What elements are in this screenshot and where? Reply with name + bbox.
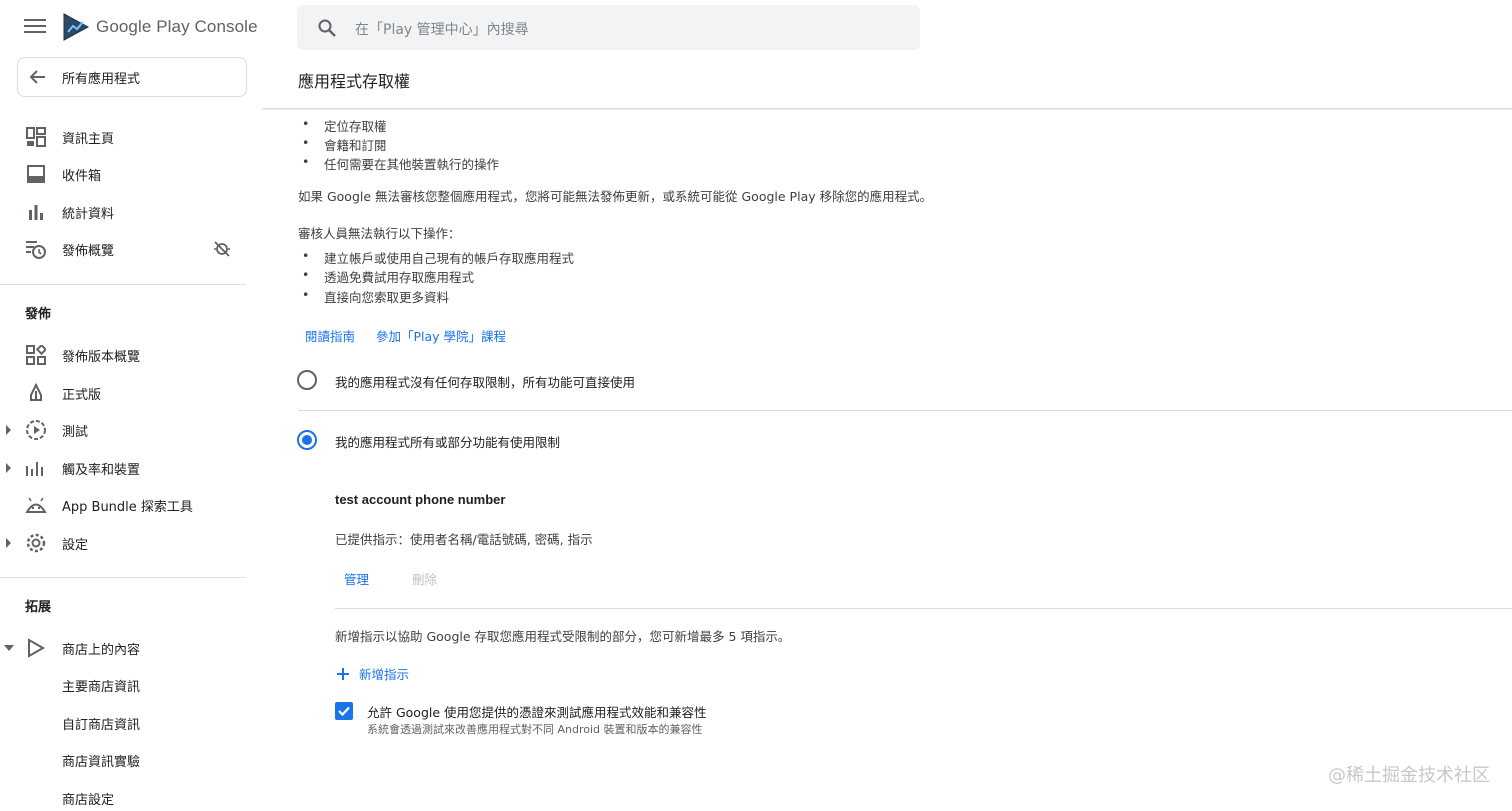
delete-button[interactable]: 刪除 — [412, 569, 437, 588]
sidebar-item-label: 設定 — [62, 537, 89, 553]
sidebar-divider — [0, 577, 246, 578]
expand-chevron-icon[interactable] — [6, 463, 11, 473]
sidebar-item-label: 自訂商店資訊 — [62, 717, 141, 733]
production-icon — [25, 382, 47, 404]
logo-brand-text: Google Play — [96, 17, 190, 36]
dashboard-icon — [25, 126, 47, 148]
all-apps-back-button[interactable]: 所有應用程式 — [17, 57, 247, 97]
sidebar-item-dashboard[interactable]: 資訊主頁 — [0, 119, 262, 155]
sidebar-item-label: 測試 — [62, 424, 89, 440]
main-content: 定位存取權 會籍和訂閱 任何需要在其他裝置執行的操作 如果 Google 無法審… — [262, 110, 1512, 811]
search-placeholder: 在「Play 管理中心」內搜尋 — [355, 22, 529, 38]
list-item: 任何需要在其他裝置執行的操作 — [302, 154, 499, 173]
search-icon — [318, 19, 336, 37]
play-console-logo-icon — [63, 13, 90, 41]
reach-devices-icon — [25, 457, 47, 479]
testing-icon — [25, 419, 47, 441]
no-restriction-radio[interactable] — [297, 370, 317, 390]
arrow-back-icon — [29, 70, 45, 84]
sidebar-subitem-listing-experiments[interactable]: 商店資訊實驗 — [0, 742, 262, 778]
allow-credentials-subtext: 系統會透過測試來改善應用程式對不同 Android 裝置和版本的兼容性 — [367, 723, 703, 736]
app-root: Google Play Console 所有應用程式 資訊主頁 收件箱 統計資料… — [0, 0, 1512, 811]
sidebar-item-label: 發佈概覽 — [62, 243, 115, 259]
no-restriction-label[interactable]: 我的應用程式沒有任何存取限制，所有功能可直接使用 — [335, 372, 635, 391]
inbox-icon — [25, 163, 47, 185]
instruction-divider — [335, 608, 1512, 609]
gear-icon — [25, 532, 47, 554]
sidebar-subitem-custom-listing[interactable]: 自訂商店資訊 — [0, 705, 262, 741]
instruction-provided-text: 已提供指示：使用者名稱/電話號碼, 密碼, 指示 — [335, 532, 593, 547]
sidebar-item-label: 商店設定 — [62, 792, 115, 808]
removal-warning-text: 如果 Google 無法審核您整個應用程式，您將可能無法發佈更新，或系統可能從 … — [298, 189, 933, 204]
play-academy-link[interactable]: 參加「Play 學院」課程 — [376, 326, 506, 345]
logo-text: Google Play Console — [96, 17, 258, 37]
sidebar-item-statistics[interactable]: 統計資料 — [0, 194, 262, 230]
allow-credentials-label[interactable]: 允許 Google 使用您提供的憑證來測試應用程式效能和兼容性 — [367, 702, 707, 721]
list-item: 透過免費試用存取應用程式 — [302, 267, 474, 286]
allow-credentials-checkbox[interactable] — [335, 702, 353, 720]
all-apps-label: 所有應用程式 — [62, 71, 141, 87]
sidebar-item-app-bundle-explorer[interactable]: App Bundle 探索工具 — [0, 487, 262, 523]
page-title: 應用程式存取權 — [298, 72, 411, 91]
plus-icon — [337, 667, 349, 680]
list-item: 會籍和訂閱 — [302, 135, 386, 154]
manage-button[interactable]: 管理 — [344, 569, 369, 588]
sidebar-item-label: 統計資料 — [62, 206, 115, 222]
sidebar-item-label: 正式版 — [62, 387, 102, 403]
sidebar-item-release-overview[interactable]: 發佈版本概覽 — [0, 337, 262, 373]
sidebar-item-testing[interactable]: 測試 — [0, 412, 262, 448]
expand-chevron-icon[interactable] — [6, 425, 11, 435]
sidebar-item-label: 觸及率和裝置 — [62, 462, 141, 478]
sidebar-item-reach-devices[interactable]: 觸及率和裝置 — [0, 450, 262, 486]
play-icon — [25, 637, 47, 659]
sidebar-item-inbox[interactable]: 收件箱 — [0, 156, 262, 192]
brand-bar: Google Play Console — [0, 0, 262, 54]
managed-publishing-off-icon[interactable] — [213, 240, 231, 258]
section-title-release: 發佈 — [25, 307, 52, 322]
collapse-chevron-icon[interactable] — [4, 645, 14, 651]
sidebar-subitem-main-listing[interactable]: 主要商店資訊 — [0, 667, 262, 703]
add-instruction-note: 新增指示以協助 Google 存取您應用程式受限制的部分，您可新增最多 5 項指… — [335, 629, 791, 644]
expand-chevron-icon[interactable] — [6, 538, 11, 548]
logo-console-text: Console — [194, 17, 258, 36]
section-title-grow: 拓展 — [25, 600, 52, 615]
sidebar-divider — [0, 284, 246, 285]
release-overview-icon — [25, 344, 47, 366]
sidebar-subitem-store-settings[interactable]: 商店設定 — [0, 780, 262, 811]
list-item: 定位存取權 — [302, 116, 386, 135]
sidebar-item-label: App Bundle 探索工具 — [62, 499, 193, 515]
watermark-text: @稀土掘金技术社区 — [1328, 765, 1490, 786]
sidebar-item-label: 商店上的內容 — [62, 642, 141, 658]
sidebar-item-label: 收件箱 — [62, 168, 102, 184]
option-divider — [298, 410, 1512, 411]
reviewer-heading: 審核人員無法執行以下操作： — [298, 226, 461, 241]
sidebar-item-label: 商店資訊實驗 — [62, 754, 141, 770]
add-instruction-label: 新增指示 — [359, 667, 410, 682]
list-item: 直接向您索取更多資料 — [302, 287, 449, 306]
hamburger-menu-icon[interactable] — [22, 15, 48, 39]
play-console-logo[interactable]: Google Play Console — [62, 12, 258, 42]
instruction-name: test account phone number — [335, 492, 506, 507]
sidebar-item-production[interactable]: 正式版 — [0, 375, 262, 411]
sidebar-item-store-presence[interactable]: 商店上的內容 — [0, 630, 262, 666]
restricted-label[interactable]: 我的應用程式所有或部分功能有使用限制 — [335, 432, 560, 451]
sidebar-item-label: 發佈版本概覽 — [62, 349, 141, 365]
search-input[interactable]: 在「Play 管理中心」內搜尋 — [297, 5, 920, 50]
add-instruction-button[interactable]: 新增指示 — [336, 664, 409, 683]
sidebar-item-label: 主要商店資訊 — [62, 679, 141, 695]
sidebar-item-label: 資訊主頁 — [62, 131, 115, 147]
sidebar-item-settings[interactable]: 設定 — [0, 525, 262, 561]
check-icon — [338, 706, 350, 717]
android-icon — [25, 494, 47, 516]
read-guide-link[interactable]: 閱讀指南 — [305, 326, 355, 345]
list-item: 建立帳戶或使用自己現有的帳戶存取應用程式 — [302, 248, 574, 267]
sidebar-item-publishing-overview[interactable]: 發佈概覽 — [0, 231, 262, 267]
publishing-overview-icon — [25, 238, 47, 260]
sidebar: Google Play Console 所有應用程式 資訊主頁 收件箱 統計資料… — [0, 0, 262, 811]
bar-chart-icon — [25, 201, 47, 223]
restricted-radio[interactable] — [297, 430, 317, 450]
